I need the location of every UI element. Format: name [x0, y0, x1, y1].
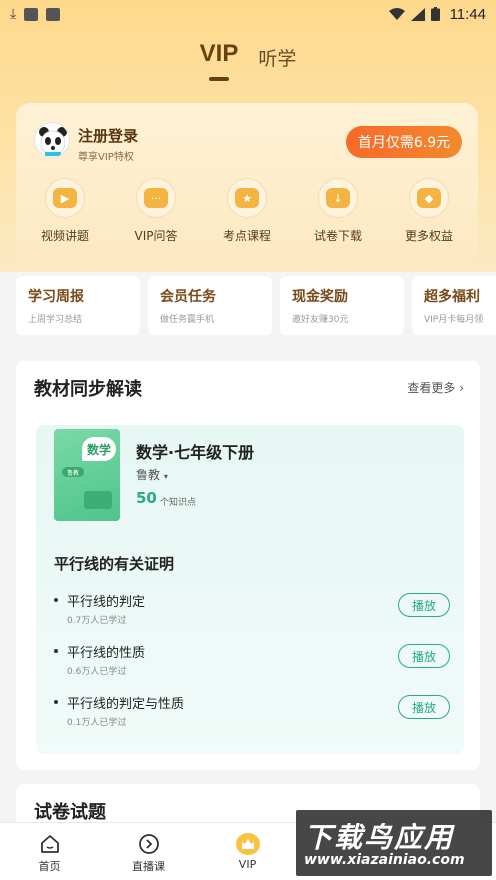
login-title[interactable]: 注册登录 [78, 125, 138, 146]
lesson-learners: 0.7万人已学过 [67, 616, 127, 626]
nav-label: VIP [238, 858, 257, 871]
feature-label: 考点课程 [222, 229, 271, 243]
book-publisher: 鲁教 [136, 468, 161, 482]
vip-card: 注册登录 尊享VIP特权 首月仅需6.9元 ▶ 视频讲题 ··· VIP问答 ★… [16, 103, 478, 265]
book-panel: 数学 鲁教 数学·七年级下册 鲁教 ▾ 50 个知识点 平行线的有关证明 平行线… [36, 425, 464, 754]
promo-button[interactable]: 首月仅需6.9元 [346, 126, 462, 158]
watermark-url: www.xiazainiao.com [304, 852, 465, 868]
quick-weekly-report[interactable]: 学习周报 上周学习总结 [16, 276, 140, 335]
quick-subtitle: 做任务赢手机 [160, 315, 215, 325]
panda-icon [39, 127, 67, 156]
avatar[interactable] [34, 122, 70, 158]
knowledge-point-count: 50 [136, 489, 157, 507]
gift-icon: ◆ [409, 178, 449, 218]
lesson-learners: 0.1万人已学过 [67, 718, 127, 728]
cover-subject: 数学 [82, 437, 116, 461]
quick-title: 超多福利 [424, 289, 480, 305]
watermark-title: 下载鸟应用 [304, 821, 455, 854]
cover-illustration [84, 491, 112, 509]
chapter-title: 平行线的有关证明 [54, 555, 175, 573]
quick-subtitle: 上周学习总结 [28, 315, 83, 325]
tab-vip[interactable]: VIP [200, 40, 238, 81]
lesson-learners: 0.6万人已学过 [67, 667, 127, 677]
cover-publisher: 鲁教 [62, 467, 84, 477]
lesson-item[interactable]: 平行线的性质 0.6万人已学过 播放 [54, 642, 450, 686]
app-notification-icon [46, 7, 61, 21]
feature-more[interactable]: ◆ 更多权益 [388, 178, 470, 244]
tab-listen[interactable]: 听学 [258, 40, 296, 71]
see-more-link[interactable]: 查看更多 › [407, 379, 464, 396]
nav-vip[interactable]: VIP [198, 823, 297, 880]
quick-title: 学习周报 [28, 289, 84, 305]
section-title: 教材同步解读 [34, 379, 142, 400]
play-button[interactable]: 播放 [398, 644, 450, 668]
feature-label: 更多权益 [404, 229, 453, 243]
play-button[interactable]: 播放 [398, 593, 450, 617]
chat-icon: ··· [136, 178, 176, 218]
feature-label: VIP问答 [134, 229, 178, 243]
video-icon: ▶ [45, 178, 85, 218]
watermark: 下载鸟应用 www.xiazainiao.com [296, 810, 492, 876]
see-more-label: 查看更多 [407, 381, 456, 395]
quick-subtitle: 邀好友赚30元 [292, 315, 349, 325]
quick-subtitle: VIP月卡每月领 [424, 315, 484, 325]
nav-label: 直播课 [132, 860, 165, 873]
vip-crown-icon [235, 833, 260, 855]
feature-courses[interactable]: ★ 考点课程 [206, 178, 288, 244]
bullet-icon [54, 649, 58, 653]
nav-live[interactable]: 直播课 [99, 823, 198, 880]
notification-icon [24, 7, 39, 21]
feature-label: 视频讲题 [40, 229, 89, 243]
feature-download[interactable]: ↓ 试卷下载 [297, 178, 379, 244]
lesson-item[interactable]: 平行线的判定 0.7万人已学过 播放 [54, 591, 450, 635]
play-circle-icon [138, 834, 159, 854]
quick-title: 现金奖励 [292, 289, 348, 305]
nav-home[interactable]: 首页 [0, 823, 99, 880]
status-time: 11:44 [449, 5, 486, 23]
lesson-item[interactable]: 平行线的判定与性质 0.1万人已学过 播放 [54, 693, 450, 737]
section-title: 试卷试题 [34, 802, 106, 823]
lesson-name: 平行线的判定 [67, 595, 146, 610]
quick-benefits[interactable]: 超多福利 VIP月卡每月领 [412, 276, 496, 335]
download-icon: ⤓ [10, 6, 17, 22]
bullet-icon [54, 598, 58, 602]
textbook-section: 教材同步解读 查看更多 › 数学 鲁教 数学·七年级下册 鲁教 ▾ 50 个知识… [16, 361, 480, 770]
feature-row: ▶ 视频讲题 ··· VIP问答 ★ 考点课程 ↓ 试卷下载 ◆ 更多权益 [16, 178, 478, 244]
bullet-icon [54, 700, 58, 704]
knowledge-point-label: 个知识点 [160, 498, 197, 508]
quick-member-tasks[interactable]: 会员任务 做任务赢手机 [148, 276, 272, 335]
nav-label: 首页 [38, 860, 61, 873]
chevron-right-icon: › [459, 381, 464, 395]
top-tabs: VIP 听学 [0, 40, 496, 81]
battery-icon [430, 7, 440, 21]
quick-title: 会员任务 [160, 289, 216, 305]
login-subtitle: 尊享VIP特权 [78, 152, 134, 163]
wifi-icon [388, 7, 405, 20]
status-bar: ⤓ 11:44 [0, 0, 496, 28]
quick-cash-reward[interactable]: 现金奖励 邀好友赚30元 [280, 276, 404, 335]
home-icon [40, 835, 59, 853]
feature-vip-qa[interactable]: ··· VIP问答 [115, 178, 197, 244]
feature-label: 试卷下载 [313, 229, 362, 243]
signal-icon [410, 7, 425, 21]
book-publisher-select[interactable]: 鲁教 ▾ [136, 466, 168, 483]
feature-video[interactable]: ▶ 视频讲题 [24, 178, 106, 244]
lesson-name: 平行线的判定与性质 [67, 697, 185, 712]
caret-down-icon: ▾ [163, 472, 168, 481]
quick-links: 学习周报 上周学习总结 会员任务 做任务赢手机 现金奖励 邀好友赚30元 超多福… [16, 276, 496, 336]
book-cover[interactable]: 数学 鲁教 [54, 429, 120, 521]
download-icon: ↓ [318, 178, 358, 218]
lesson-name: 平行线的性质 [67, 646, 146, 661]
book-title[interactable]: 数学·七年级下册 [136, 439, 254, 463]
play-button[interactable]: 播放 [398, 695, 450, 719]
bulb-icon: ★ [227, 178, 267, 218]
